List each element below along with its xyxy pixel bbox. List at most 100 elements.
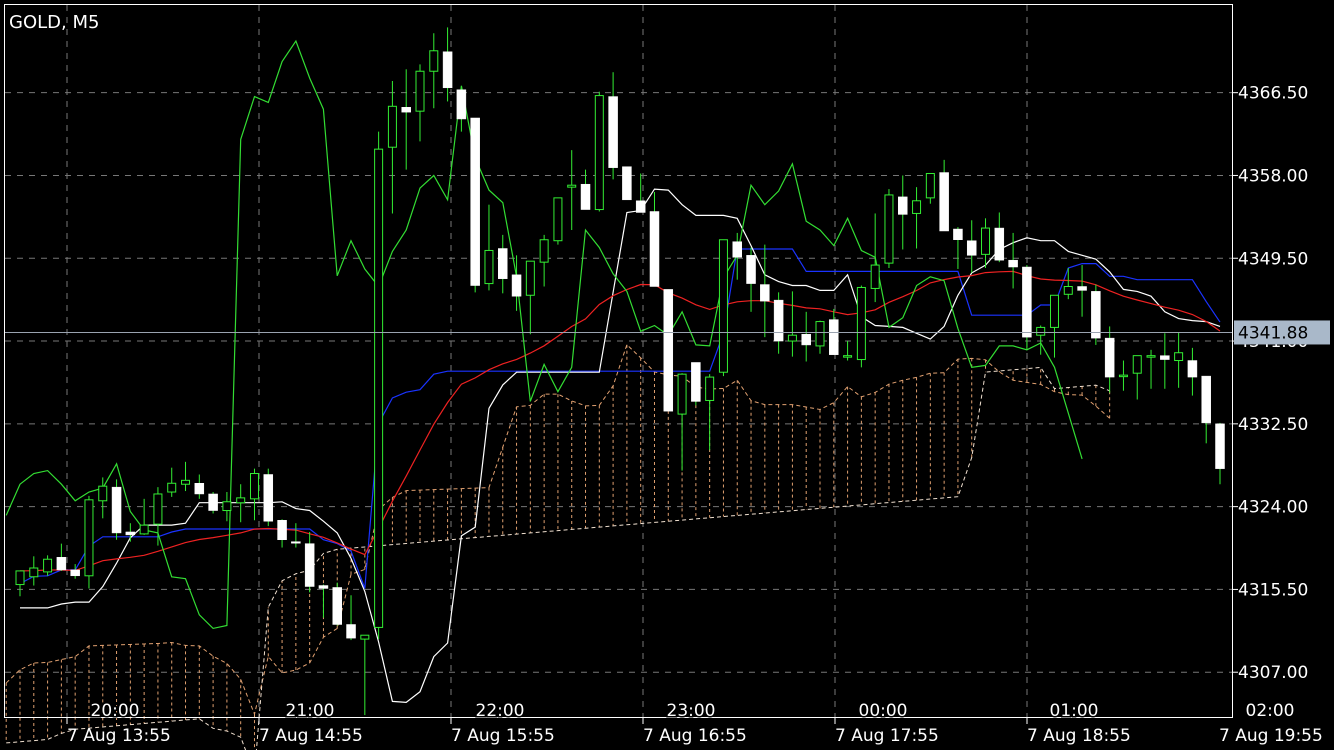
y-tick-label: 4324.00 xyxy=(1238,498,1308,518)
candle xyxy=(194,474,205,499)
candle xyxy=(1146,349,1156,389)
x-time-label: 20:00 xyxy=(91,701,140,721)
x-date-label: 7 Aug 19:55 xyxy=(1219,726,1323,746)
candle xyxy=(236,484,246,523)
candle-body-up xyxy=(29,567,39,578)
candle xyxy=(801,311,811,362)
candle xyxy=(181,461,191,492)
y-tick-label: 4349.50 xyxy=(1238,249,1308,269)
candle-body-down xyxy=(498,248,508,279)
candle xyxy=(1160,333,1170,389)
candle-body-down xyxy=(332,587,342,625)
candle-body-down xyxy=(1215,423,1225,469)
candle xyxy=(884,189,894,268)
candle xyxy=(1201,375,1211,444)
kijun-line xyxy=(19,248,1221,589)
candle-body-down xyxy=(125,531,136,536)
candle-body-up xyxy=(925,173,935,199)
plot-frame xyxy=(4,4,1233,718)
price-axis[interactable]: 4366.504358.004349.504341.004332.504324.… xyxy=(1232,84,1308,684)
candle xyxy=(43,555,53,576)
candle xyxy=(70,564,80,579)
candle xyxy=(925,173,935,204)
candle-body-up xyxy=(181,479,191,485)
candle xyxy=(429,33,439,109)
y-tick-label: 4366.50 xyxy=(1238,84,1308,104)
candle-body-down xyxy=(346,624,356,639)
candle-body-down xyxy=(691,362,701,402)
price-chart[interactable]: 4366.504358.004349.504341.004332.504324.… xyxy=(0,0,1334,750)
candle-body-up xyxy=(84,499,94,577)
candle xyxy=(29,556,39,586)
candle xyxy=(856,285,866,368)
candle-body-down xyxy=(649,211,660,287)
candle-body-down xyxy=(111,486,122,534)
candle-body-down xyxy=(208,493,218,511)
candle-body-up xyxy=(981,227,991,255)
y-tick-label: 4307.00 xyxy=(1238,663,1308,683)
candle xyxy=(291,523,301,548)
candle xyxy=(387,80,397,214)
candle-body-up xyxy=(870,264,880,289)
candle-body-up xyxy=(539,239,549,263)
candle-body-down xyxy=(635,200,646,213)
candle-body-up xyxy=(222,501,232,512)
candle xyxy=(470,117,480,293)
candle-body-up xyxy=(1174,352,1184,362)
candle-body-down xyxy=(773,299,784,342)
candle-body-up xyxy=(705,376,715,401)
candle-body-up xyxy=(415,70,425,112)
candle xyxy=(677,373,687,471)
candle xyxy=(139,498,149,535)
candle-body-down xyxy=(953,228,963,240)
candle-body-down xyxy=(746,255,756,284)
candle-body-up xyxy=(594,95,604,211)
candle xyxy=(594,91,604,212)
candle xyxy=(277,519,287,548)
candle xyxy=(1215,422,1225,485)
candle-body-down xyxy=(318,585,329,589)
candle-body-down xyxy=(194,483,205,495)
symbol-timeframe-label: GOLD, M5 xyxy=(9,12,99,33)
y-tick-label: 4358.00 xyxy=(1238,166,1308,186)
candle-body-down xyxy=(1008,259,1018,268)
candle xyxy=(456,89,467,132)
candle xyxy=(1091,284,1101,345)
candle xyxy=(843,341,853,361)
candle xyxy=(1118,360,1128,391)
candle-body-down xyxy=(829,319,839,355)
candle-body-up xyxy=(15,570,25,586)
x-time-label: 00:00 xyxy=(859,701,908,721)
candle xyxy=(567,150,577,231)
chart-grid xyxy=(5,5,1232,718)
price-tag-label: 4341.88 xyxy=(1238,323,1308,343)
candle-body-down xyxy=(966,240,977,256)
candle xyxy=(1077,265,1087,317)
candle xyxy=(125,523,136,542)
candle-body-down xyxy=(456,89,467,120)
candle xyxy=(525,260,535,335)
candle xyxy=(746,247,756,312)
candle-body-up xyxy=(843,355,853,358)
candle xyxy=(1049,294,1059,358)
candle-body-down xyxy=(263,474,274,522)
x-time-label: 02:00 xyxy=(1246,701,1295,721)
candle xyxy=(1132,355,1142,400)
candle-body-down xyxy=(732,241,742,258)
candle xyxy=(939,159,949,232)
candle xyxy=(415,64,425,142)
candle xyxy=(966,220,977,273)
candle-body-up xyxy=(567,184,577,188)
candle-body-down xyxy=(470,117,480,286)
y-tick-label: 4315.50 xyxy=(1238,580,1308,600)
candle xyxy=(1063,267,1073,300)
candle-body-up xyxy=(1146,355,1156,358)
time-axis[interactable]: 20:00 21:00 22:00 23:00 00:00 01:00 02:00 7 Aug… xyxy=(66,700,1323,746)
candle xyxy=(1022,265,1032,350)
candle xyxy=(304,531,315,593)
candle-body-down xyxy=(898,196,908,215)
y-tick-label: 4332.50 xyxy=(1238,415,1308,435)
candle xyxy=(649,192,660,287)
candle-body-down xyxy=(1160,355,1170,360)
x-date-label: 7 Aug 13:55 xyxy=(67,726,171,746)
